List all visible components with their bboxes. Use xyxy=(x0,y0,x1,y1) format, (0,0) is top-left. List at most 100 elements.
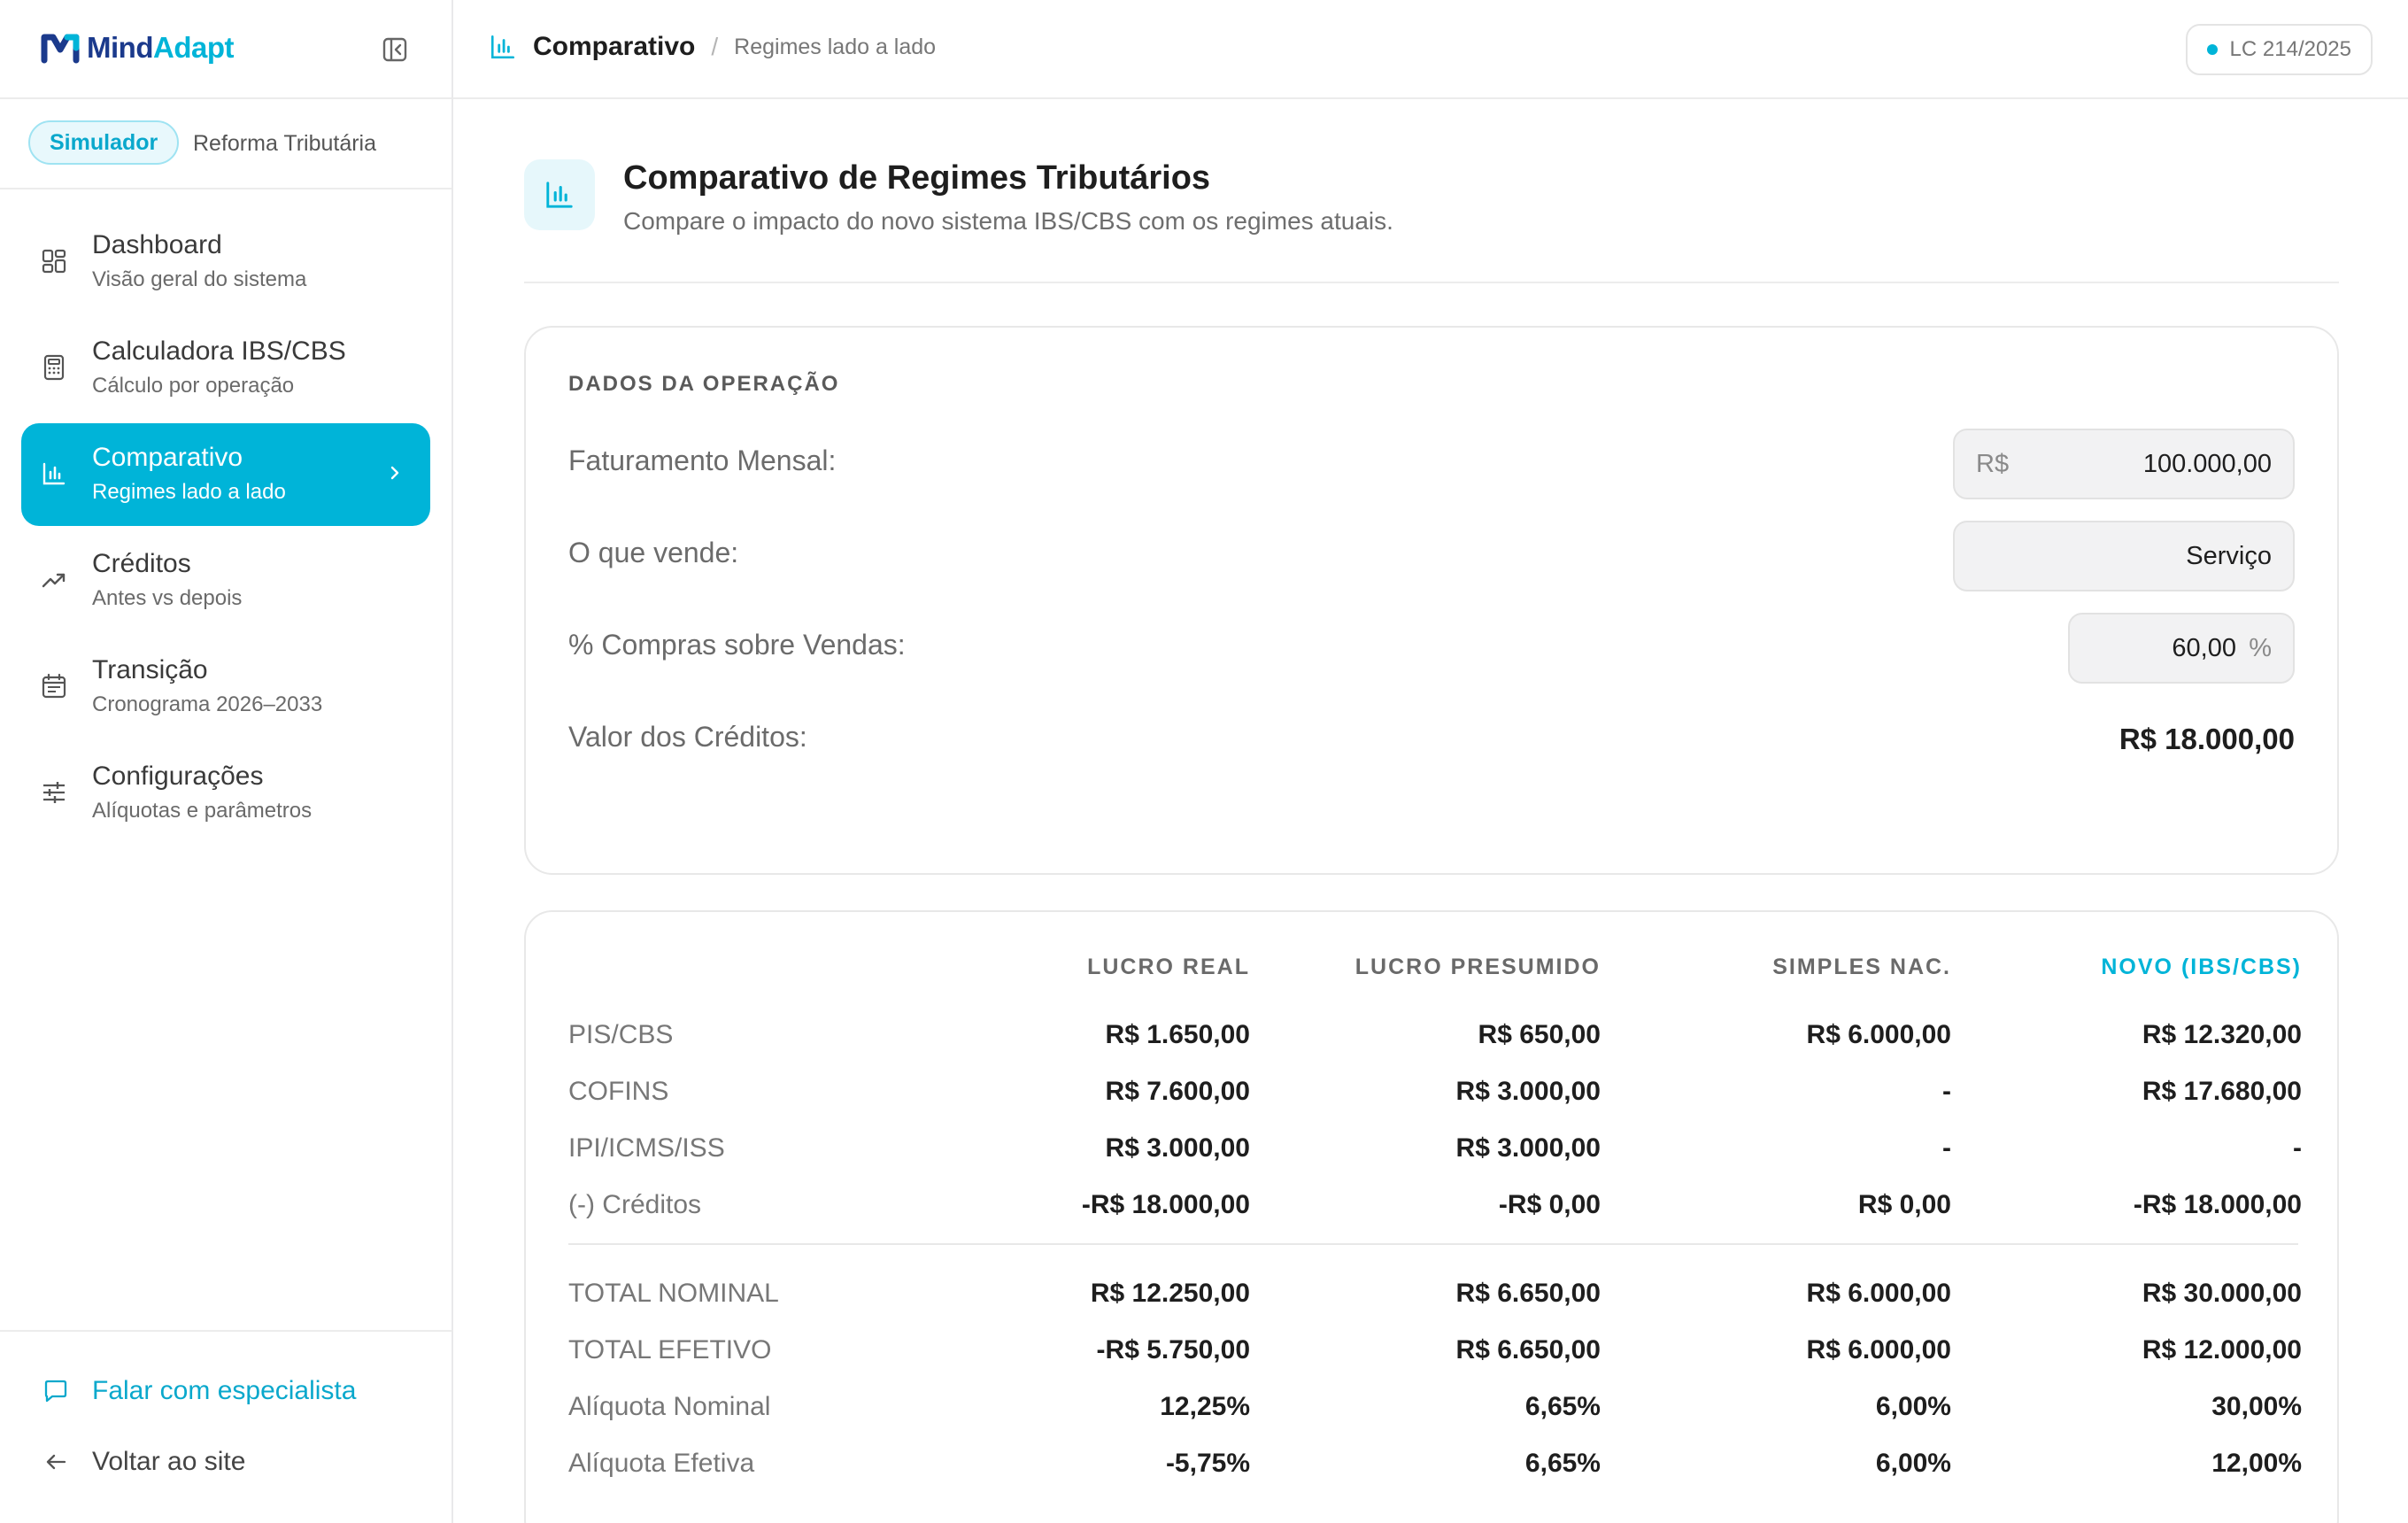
brand-bar: MindAdapt xyxy=(0,0,452,99)
column-header-simples: SIMPLES NAC. xyxy=(1772,955,1951,979)
page-header: Comparativo de Regimes Tributários Compa… xyxy=(524,159,2339,283)
breadcrumb-current: Comparativo xyxy=(533,32,696,61)
currency-prefix: R$ xyxy=(1976,449,2010,478)
row-label: TOTAL NOMINAL xyxy=(568,1279,779,1308)
sidebar-item-title: Transição xyxy=(92,655,208,684)
cell-novo: 30,00% xyxy=(2211,1392,2302,1421)
credits-label: Valor dos Créditos: xyxy=(568,721,807,753)
mindadapt-logo-icon xyxy=(41,34,80,64)
cell-lucro-presumido: -R$ 0,00 xyxy=(1498,1190,1601,1219)
cell-simples: R$ 6.000,00 xyxy=(1806,1335,1951,1365)
simulador-pill[interactable]: Simulador xyxy=(28,120,180,165)
page-title-icon xyxy=(524,159,595,230)
sidebar-item-subtitle: Cálculo por operação xyxy=(92,374,295,398)
sidebar-collapse-icon xyxy=(382,37,407,62)
revenue-input[interactable]: R$ 100.000,00 xyxy=(1953,429,2295,499)
main-content: Comparativo de Regimes Tributários Compa… xyxy=(453,99,2408,1523)
cell-lucro-real: R$ 3.000,00 xyxy=(1105,1133,1250,1163)
revenue-value: 100.000,00 xyxy=(2142,449,2272,478)
revenue-label: Faturamento Mensal: xyxy=(568,445,837,476)
sidebar-item-creditos[interactable]: Créditos Antes vs depois xyxy=(21,530,430,632)
column-header-novo: NOVO (IBS/CBS) xyxy=(2101,955,2302,979)
talk-to-specialist-link[interactable]: Falar com especialista xyxy=(41,1376,356,1406)
comparison-table-card: LUCRO REAL LUCRO PRESUMIDO SIMPLES NAC. … xyxy=(524,910,2339,1523)
table-row: IPI/ICMS/ISS R$ 3.000,00 R$ 3.000,00 - - xyxy=(568,1123,2302,1179)
sidebar-item-title: Dashboard xyxy=(92,230,222,259)
dashboard-grid-icon xyxy=(39,246,69,276)
cell-novo: - xyxy=(2293,1133,2302,1163)
trending-up-icon xyxy=(39,565,69,595)
bar-chart-icon xyxy=(546,182,573,208)
talk-to-specialist-label: Falar com especialista xyxy=(92,1376,357,1405)
cell-novo: -R$ 18.000,00 xyxy=(2133,1190,2302,1219)
column-header-lucro-real: LUCRO REAL xyxy=(1087,955,1250,979)
calculator-icon xyxy=(39,352,69,383)
calendar-icon xyxy=(39,671,69,701)
table-row: COFINS R$ 7.600,00 R$ 3.000,00 - R$ 17.6… xyxy=(568,1066,2302,1123)
row-label: PIS/CBS xyxy=(568,1020,674,1049)
cell-lucro-real: -R$ 18.000,00 xyxy=(1081,1190,1250,1219)
section-label: DADOS DA OPERAÇÃO xyxy=(568,372,840,396)
cell-simples: 6,00% xyxy=(1875,1392,1951,1421)
sidebar-item-transicao[interactable]: Transição Cronograma 2026–2033 xyxy=(21,636,430,738)
cell-novo: R$ 30.000,00 xyxy=(2142,1279,2302,1308)
sidebar-item-comparativo[interactable]: Comparativo Regimes lado a lado xyxy=(21,423,430,526)
cell-novo: R$ 12.000,00 xyxy=(2142,1335,2302,1365)
cell-lucro-presumido: 6,65% xyxy=(1524,1392,1601,1421)
chat-bubble-icon xyxy=(41,1376,71,1406)
sells-value: Serviço xyxy=(2186,541,2272,570)
breadcrumb-sub: Regimes lado a lado xyxy=(734,34,937,59)
sidebar-item-subtitle: Antes vs depois xyxy=(92,586,243,610)
sidebar-item-subtitle: Cronograma 2026–2033 xyxy=(92,692,323,716)
sidebar-item-title: Calculadora IBS/CBS xyxy=(92,336,346,366)
mode-switcher: Simulador Reforma Tributária xyxy=(0,99,452,189)
status-dot xyxy=(2206,44,2218,55)
sidebar-item-calculadora[interactable]: Calculadora IBS/CBS Cálculo por operação xyxy=(21,317,430,420)
back-to-site-label: Voltar ao site xyxy=(92,1447,246,1476)
table-row: PIS/CBS R$ 1.650,00 R$ 650,00 R$ 6.000,0… xyxy=(568,1009,2302,1066)
sidebar-item-subtitle: Regimes lado a lado xyxy=(92,480,286,504)
sidebar-item-dashboard[interactable]: Dashboard Visão geral do sistema xyxy=(21,211,430,313)
column-header-lucro-presumido: LUCRO PRESUMIDO xyxy=(1354,955,1601,979)
back-to-site-link[interactable]: Voltar ao site xyxy=(41,1447,245,1477)
row-label: IPI/ICMS/ISS xyxy=(568,1133,725,1163)
row-label: COFINS xyxy=(568,1077,669,1106)
cell-simples: R$ 6.000,00 xyxy=(1806,1279,1951,1308)
cell-lucro-presumido: R$ 650,00 xyxy=(1478,1020,1601,1049)
sells-select[interactable]: Serviço xyxy=(1953,521,2295,591)
cell-lucro-presumido: 6,65% xyxy=(1524,1449,1601,1478)
law-badge: LC 214/2025 xyxy=(2185,24,2373,75)
sidebar-item-title: Configurações xyxy=(92,762,264,791)
purchases-value: 60,00 xyxy=(2172,633,2236,662)
row-label: TOTAL EFETIVO xyxy=(568,1335,772,1365)
page-subtitle: Compare o impacto do novo sistema IBS/CB… xyxy=(623,207,1393,235)
table-row: TOTAL NOMINAL R$ 12.250,00 R$ 6.650,00 R… xyxy=(568,1268,2302,1325)
collapse-sidebar-button[interactable] xyxy=(379,34,411,66)
percent-suffix: % xyxy=(2249,633,2272,662)
law-badge-label: LC 214/2025 xyxy=(2229,37,2351,61)
cell-lucro-real: R$ 7.600,00 xyxy=(1105,1077,1250,1106)
sidebar-item-subtitle: Alíquotas e parâmetros xyxy=(92,799,313,823)
cell-lucro-presumido: R$ 6.650,00 xyxy=(1455,1335,1601,1365)
sidebar-nav: Dashboard Visão geral do sistema Calcula… xyxy=(21,211,430,848)
top-header: Comparativo / Regimes lado a lado LC 214… xyxy=(453,0,2408,99)
brand-name: MindAdapt xyxy=(87,31,234,65)
app-root: MindAdapt Simulador Reforma Tributária D… xyxy=(0,0,2408,1523)
table-row: Alíquota Efetiva -5,75% 6,65% 6,00% 12,0… xyxy=(568,1438,2302,1495)
sidebar-footer: Falar com especialista Voltar ao site xyxy=(0,1330,452,1523)
table-row: TOTAL EFETIVO -R$ 5.750,00 R$ 6.650,00 R… xyxy=(568,1325,2302,1381)
purchases-label: % Compras sobre Vendas: xyxy=(568,629,906,661)
brand-name-part1: Mind xyxy=(87,31,153,64)
purchases-percent-input[interactable]: 60,00 % xyxy=(2068,613,2295,684)
brand-logo[interactable]: MindAdapt xyxy=(41,30,234,66)
sidebar: MindAdapt Simulador Reforma Tributária D… xyxy=(0,0,453,1523)
cell-lucro-real: R$ 1.650,00 xyxy=(1105,1020,1250,1049)
sliders-icon xyxy=(39,777,69,808)
chevron-right-icon xyxy=(390,466,399,480)
cell-lucro-real: 12,25% xyxy=(1160,1392,1250,1421)
sidebar-item-title: Créditos xyxy=(92,549,191,578)
arrow-left-icon xyxy=(41,1447,71,1477)
sidebar-item-configuracoes[interactable]: Configurações Alíquotas e parâmetros xyxy=(21,742,430,845)
reforma-tributaria-link[interactable]: Reforma Tributária xyxy=(193,131,376,157)
row-label: Alíquota Efetiva xyxy=(568,1449,755,1478)
